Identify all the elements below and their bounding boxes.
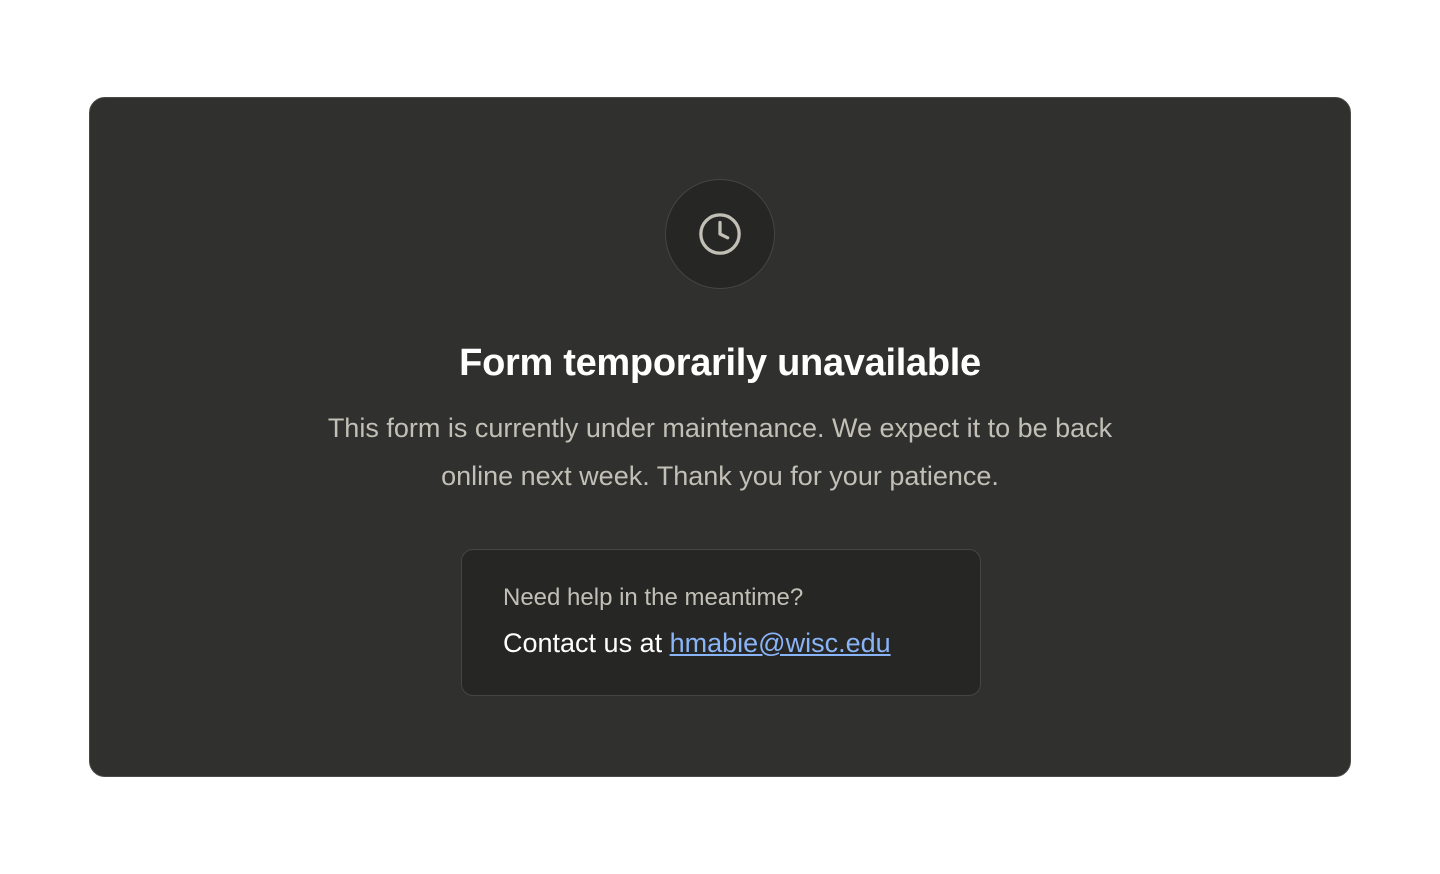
maintenance-card: Form temporarily unavailable This form i… <box>89 97 1351 777</box>
clock-icon <box>699 213 741 255</box>
contact-email-link[interactable]: hmabie@wisc.edu <box>670 628 891 658</box>
page-title: Form temporarily unavailable <box>459 342 981 384</box>
clock-icon-container <box>665 179 775 289</box>
contact-prefix: Contact us at <box>503 628 663 658</box>
maintenance-message: This form is currently under maintenance… <box>327 413 1113 491</box>
help-box: Need help in the meantime? Contact us at… <box>461 549 981 696</box>
help-contact-line: Contact us at hmabie@wisc.edu <box>503 624 891 662</box>
help-question: Need help in the meantime? <box>503 584 804 611</box>
